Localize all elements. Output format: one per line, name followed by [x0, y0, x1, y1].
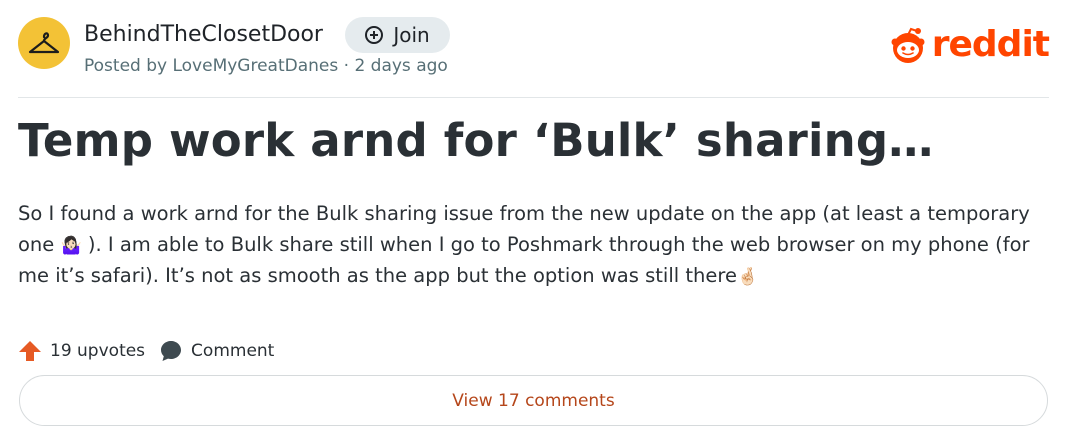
- crossed-fingers-emoji: 🤞🏻: [736, 267, 759, 287]
- header-divider: [18, 97, 1049, 98]
- post-body: So I found a work arnd for the Bulk shar…: [18, 198, 1048, 291]
- post-actions: 19 upvotes Comment: [18, 336, 288, 366]
- upvote-count: 19 upvotes: [50, 341, 146, 361]
- join-button[interactable]: Join: [345, 17, 450, 53]
- comment-bubble-icon: [161, 341, 182, 361]
- body-text-part2: ). I am able to Bulk share still when I …: [18, 233, 1030, 287]
- post-header: BehindTheClosetDoor Join Posted by LoveM…: [18, 14, 1050, 94]
- posted-by: Posted by LoveMyGreatDanes · 2 days ago: [84, 56, 448, 76]
- upvote-arrow-icon: [19, 341, 41, 361]
- view-comments-button[interactable]: View 17 comments: [19, 375, 1048, 426]
- plus-circle-icon: [365, 26, 384, 44]
- reddit-post-card: BehindTheClosetDoor Join Posted by LoveM…: [0, 0, 1065, 448]
- reddit-alien-icon: [891, 27, 925, 63]
- join-label: Join: [393, 23, 430, 47]
- reddit-wordmark: reddit: [931, 24, 1050, 65]
- reddit-logo[interactable]: reddit: [888, 24, 1050, 65]
- upvote-action[interactable]: 19 upvotes: [18, 339, 145, 363]
- post-title[interactable]: Temp work arnd for ‘Bulk’ sharing…: [18, 114, 934, 167]
- community-name[interactable]: BehindTheClosetDoor: [84, 22, 323, 47]
- shrug-emoji: 🤷🏻‍♀️: [60, 236, 82, 256]
- hanger-icon: [28, 32, 60, 54]
- comment-action[interactable]: Comment: [159, 339, 274, 363]
- community-avatar[interactable]: [18, 17, 70, 69]
- comment-label: Comment: [191, 341, 275, 361]
